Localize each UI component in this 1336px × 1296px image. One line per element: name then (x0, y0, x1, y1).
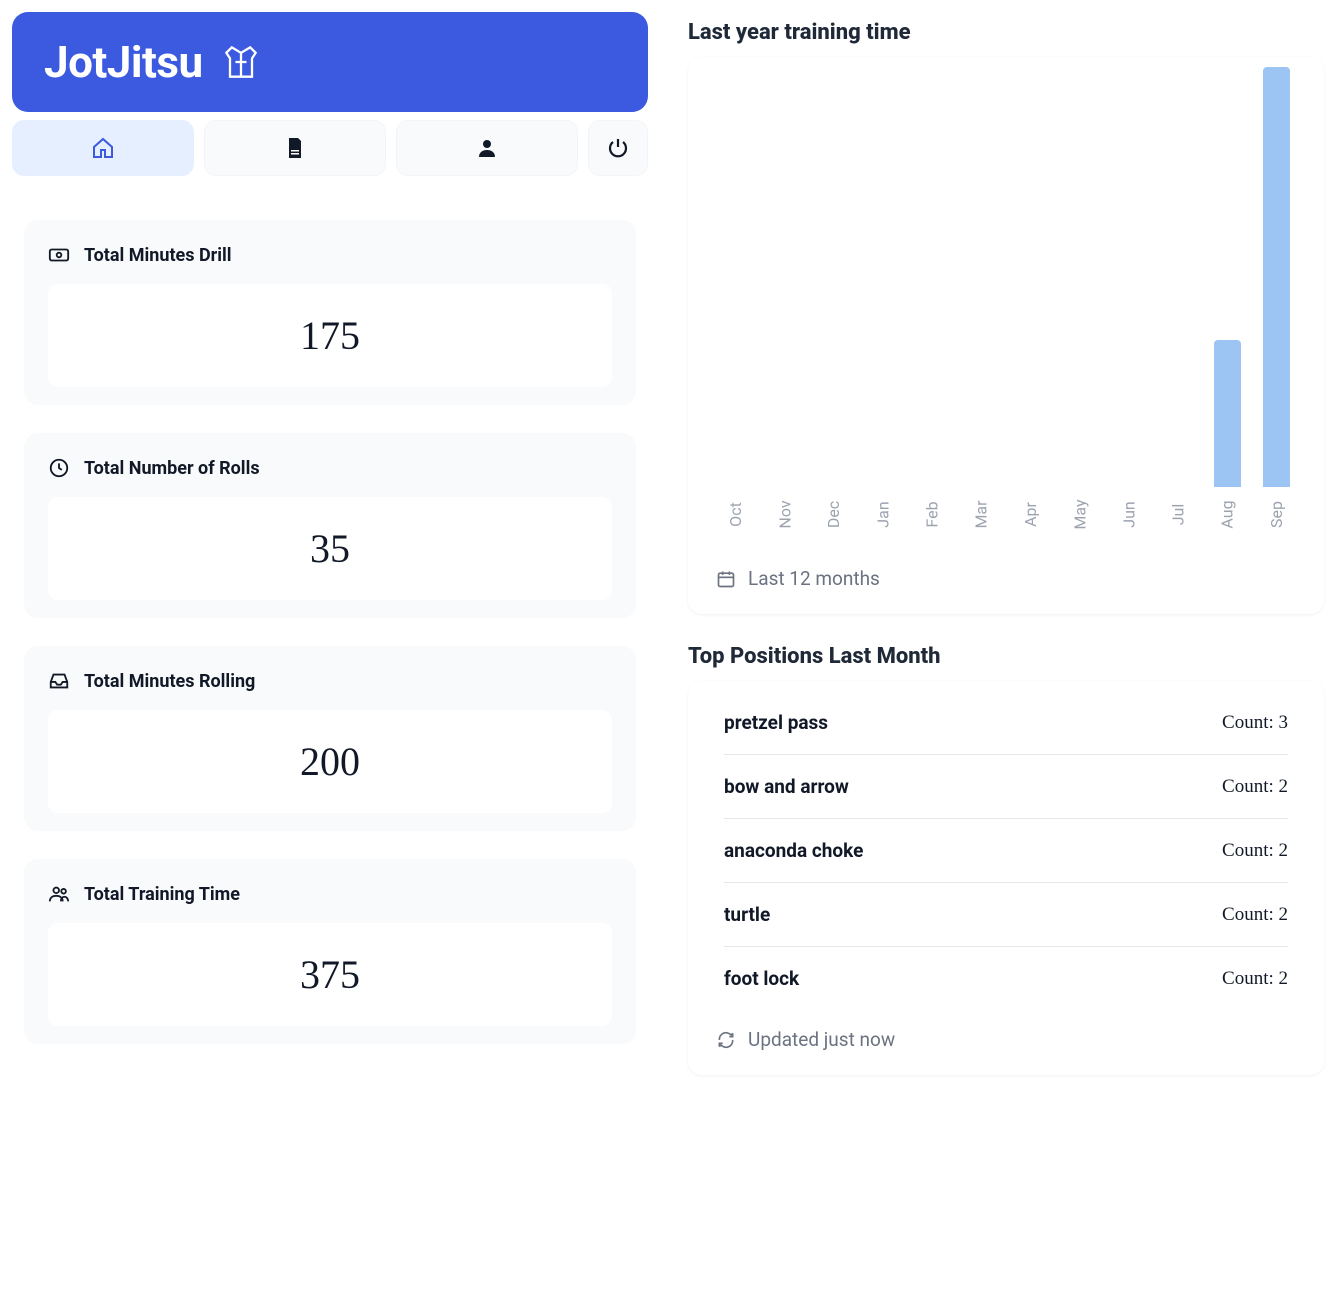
position-name: foot lock (724, 967, 799, 990)
nav-power[interactable] (588, 120, 648, 176)
positions-title: Top Positions Last Month (688, 644, 1324, 669)
position-name: bow and arrow (724, 775, 849, 798)
positions-footer: Updated just now (688, 1010, 1324, 1051)
stat-value-box: 200 (48, 710, 612, 813)
bar (1214, 340, 1241, 487)
position-count: Count: 2 (1222, 776, 1288, 798)
app-header: JotJitsu (12, 12, 648, 112)
bar (1263, 67, 1290, 487)
position-name: pretzel pass (724, 711, 828, 734)
nav-tabs (12, 120, 648, 176)
x-axis-label: Jan (874, 501, 893, 527)
bar-slot (814, 67, 853, 487)
stat-value-box: 375 (48, 923, 612, 1026)
nav-profile[interactable] (396, 120, 578, 176)
bar-slot (1159, 67, 1198, 487)
x-axis-label: Dec (824, 500, 843, 527)
x-axis-label: Apr (1021, 502, 1040, 527)
x-axis-label: Feb (923, 501, 942, 527)
cash-icon (48, 244, 70, 266)
stat-card-minutes-drill: Total Minutes Drill 175 (24, 220, 636, 405)
bar-slot (1109, 67, 1148, 487)
x-axis-label: Jun (1119, 501, 1138, 527)
x-axis-label: Nov (775, 500, 794, 528)
position-row: pretzel pass Count: 3 (724, 691, 1288, 755)
user-icon (475, 136, 499, 160)
stat-label: Total Training Time (84, 884, 240, 905)
home-icon (91, 136, 115, 160)
position-name: anaconda choke (724, 839, 863, 862)
stat-value: 35 (310, 526, 350, 571)
position-row: bow and arrow Count: 2 (724, 755, 1288, 819)
stat-value-box: 175 (48, 284, 612, 387)
stat-label: Total Number of Rolls (84, 458, 260, 479)
position-row: foot lock Count: 2 (724, 947, 1288, 1010)
stat-value-box: 35 (48, 497, 612, 600)
position-count: Count: 2 (1222, 904, 1288, 926)
chart-area: Oct Nov Dec Jan Feb Mar Apr May Jun Jul Aug Sep (688, 57, 1324, 537)
bar-slot (1257, 67, 1296, 487)
stat-value: 200 (300, 739, 360, 784)
calendar-icon (716, 569, 736, 589)
stats-list: Total Minutes Drill 175 Total Number of … (12, 216, 648, 1048)
document-icon (283, 136, 307, 160)
inbox-icon (48, 670, 70, 692)
position-count: Count: 2 (1222, 840, 1288, 862)
gi-icon (219, 40, 263, 84)
x-axis-label: Jul (1169, 503, 1188, 525)
users-icon (48, 883, 70, 905)
x-axis-label: May (1070, 499, 1089, 529)
bar-slot (962, 67, 1001, 487)
position-count: Count: 3 (1222, 712, 1288, 734)
chart-footer-label: Last 12 months (748, 567, 880, 590)
top-positions-panel: pretzel pass Count: 3 bow and arrow Count: … (688, 681, 1324, 1075)
power-icon (606, 136, 630, 160)
position-row: turtle Count: 2 (724, 883, 1288, 947)
bar-slot (1208, 67, 1247, 487)
bar-slot (1060, 67, 1099, 487)
refresh-icon (716, 1030, 736, 1050)
bar-slot (765, 67, 804, 487)
stat-value: 375 (300, 952, 360, 997)
x-axis-label: Aug (1218, 500, 1237, 528)
positions-footer-label: Updated just now (748, 1028, 895, 1051)
bar-slot (913, 67, 952, 487)
x-axis-label: Oct (726, 502, 745, 527)
position-row: anaconda choke Count: 2 (724, 819, 1288, 883)
clock-icon (48, 457, 70, 479)
x-axis-label: Mar (972, 500, 991, 528)
stat-label: Total Minutes Rolling (84, 671, 255, 692)
stat-value: 175 (300, 313, 360, 358)
chart-title: Last year training time (688, 20, 1324, 45)
bar-slot (716, 67, 755, 487)
chart-footer: Last 12 months (688, 537, 1324, 594)
stat-card-rolls: Total Number of Rolls 35 (24, 433, 636, 618)
bar-slot (864, 67, 903, 487)
x-axis-label: Sep (1267, 501, 1286, 528)
stat-card-training-time: Total Training Time 375 (24, 859, 636, 1044)
stat-card-minutes-rolling: Total Minutes Rolling 200 (24, 646, 636, 831)
nav-home[interactable] (12, 120, 194, 176)
training-time-chart: Oct Nov Dec Jan Feb Mar Apr May Jun Jul Aug Sep Las… (688, 57, 1324, 614)
stat-label: Total Minutes Drill (84, 245, 232, 266)
app-title: JotJitsu (44, 36, 203, 88)
bar-slot (1011, 67, 1050, 487)
position-name: turtle (724, 903, 770, 926)
position-count: Count: 2 (1222, 968, 1288, 990)
nav-notes[interactable] (204, 120, 386, 176)
